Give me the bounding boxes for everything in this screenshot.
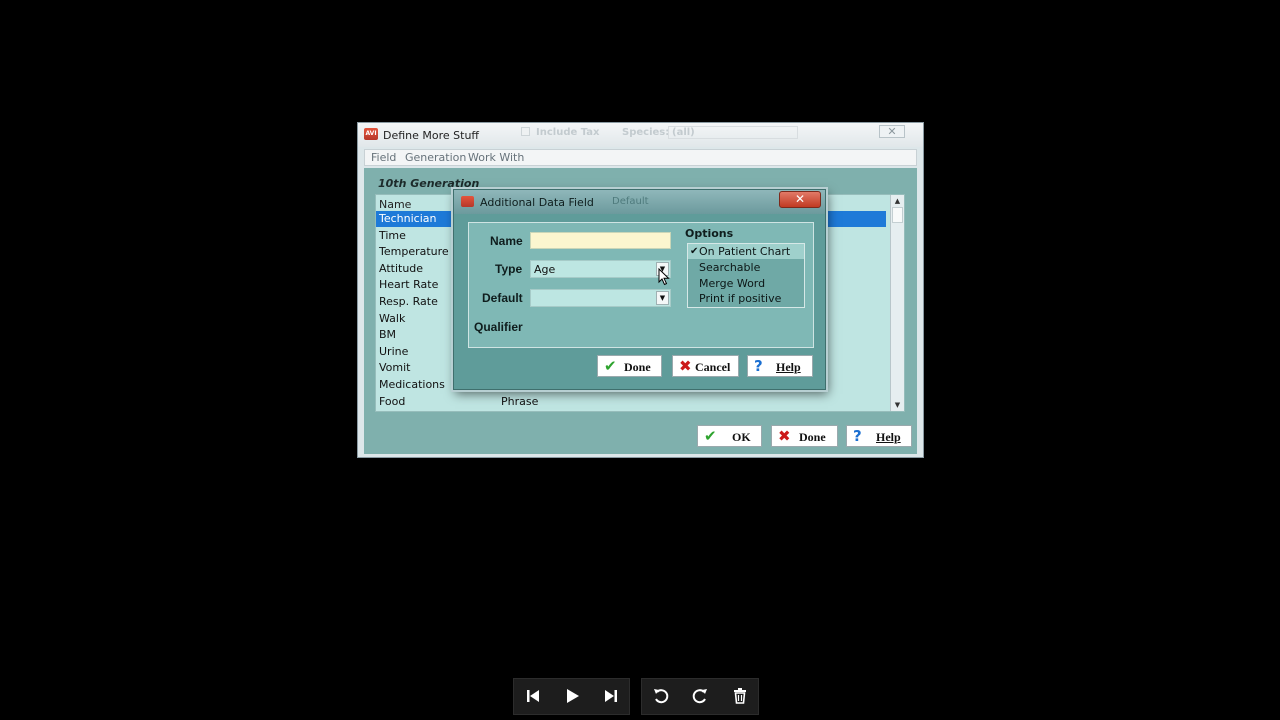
dialog-title: Additional Data Field	[480, 196, 594, 209]
scroll-up-icon[interactable]: ▲	[891, 195, 904, 207]
dialog-close-button[interactable]: ✕	[779, 191, 821, 208]
list-item-type: Phrase	[501, 394, 539, 408]
list-item-name: Urine	[379, 344, 409, 358]
undo-icon	[654, 689, 669, 704]
next-button[interactable]	[592, 679, 631, 714]
close-x-icon: ✖	[778, 427, 791, 445]
checkmark-icon: ✔	[604, 357, 617, 375]
dialog-help-button[interactable]: ? Help	[747, 355, 813, 377]
list-item-name: Walk	[379, 311, 406, 325]
delete-button[interactable]	[721, 679, 760, 714]
default-label: Default	[482, 291, 523, 305]
ok-button[interactable]: ✔ OK	[697, 425, 762, 447]
dialog-cancel-button[interactable]: ✖ Cancel	[672, 355, 739, 377]
question-icon: ?	[853, 427, 862, 445]
window-titlebar[interactable]: AVI Define More Stuff Include Tax Specie…	[358, 123, 923, 147]
options-title: Options	[685, 227, 734, 240]
option-label: Print if positive	[699, 292, 782, 305]
type-label: Type	[495, 262, 523, 276]
list-item-name: Attitude	[379, 261, 424, 275]
option-label: Searchable	[699, 261, 761, 274]
list-item[interactable]: Food Phrase	[376, 394, 886, 410]
option-searchable[interactable]: Searchable	[688, 260, 804, 275]
option-on-patient-chart[interactable]: ✔ On Patient Chart	[688, 244, 804, 259]
dialog-titlebar[interactable]: Additional Data Field Default ✕	[454, 190, 825, 214]
dialog-done-label: Done	[624, 360, 651, 374]
option-print-if-positive[interactable]: Print if positive	[688, 291, 804, 306]
options-list[interactable]: ✔ On Patient Chart Searchable Merge Word…	[687, 243, 805, 308]
dialog-cancel-label: Cancel	[695, 360, 731, 374]
additional-data-field-dialog: Additional Data Field Default ✕ Name Typ…	[453, 189, 826, 390]
scroll-thumb[interactable]	[892, 207, 903, 223]
help-button[interactable]: ? Help	[846, 425, 912, 447]
checkmark-icon: ✔	[690, 246, 699, 257]
species-value: (all)	[672, 127, 695, 138]
done-button[interactable]: ✖ Done	[771, 425, 838, 447]
list-item-name: Food	[379, 394, 406, 408]
play-icon	[567, 689, 579, 703]
list-item-name: Vomit	[379, 361, 411, 375]
menu-work-with[interactable]: Work With	[468, 151, 524, 164]
list-item-name: Resp. Rate	[379, 295, 438, 308]
species-label: Species:	[622, 127, 670, 138]
redo-icon	[692, 689, 707, 704]
list-scrollbar[interactable]: ▲ ▼	[890, 195, 904, 411]
undo-button[interactable]	[642, 679, 681, 714]
list-item-name: Temperature	[379, 245, 449, 259]
list-item-name: BM	[379, 328, 397, 342]
default-dropdown[interactable]: ▼	[530, 289, 671, 307]
dialog-done-button[interactable]: ✔ Done	[597, 355, 662, 377]
window-close-button[interactable]: ✕	[879, 125, 905, 138]
include-tax-checkbox	[521, 127, 530, 136]
ok-button-label: OK	[732, 430, 751, 444]
chevron-down-icon[interactable]: ▼	[656, 291, 669, 305]
menu-field[interactable]: Field	[371, 151, 396, 164]
menu-bar: Field Generation Work With	[364, 149, 917, 166]
previous-button[interactable]	[514, 679, 553, 714]
option-label: On Patient Chart	[699, 245, 791, 258]
dialog-app-icon	[461, 196, 474, 207]
type-dropdown[interactable]: Age ▼	[530, 260, 671, 278]
dialog-body: Name Type Age ▼ Default ▼ Qualifier Opti…	[468, 222, 814, 348]
mouse-cursor-icon	[658, 268, 670, 286]
dialog-help-label: Help	[776, 360, 801, 374]
edit-controls	[641, 678, 759, 715]
name-label: Name	[490, 234, 523, 248]
help-button-label: Help	[876, 430, 901, 444]
option-merge-word[interactable]: Merge Word	[688, 276, 804, 291]
playback-controls	[513, 678, 630, 715]
previous-icon	[527, 690, 539, 702]
done-button-label: Done	[799, 430, 826, 444]
question-icon: ?	[754, 357, 763, 375]
window-title: Define More Stuff	[383, 129, 480, 142]
close-x-icon: ✖	[679, 357, 692, 375]
scroll-down-icon[interactable]: ▼	[891, 399, 904, 411]
next-icon	[605, 690, 617, 702]
type-value: Age	[534, 263, 556, 276]
list-item-name: Heart Rate	[379, 278, 439, 292]
app-logo-icon: AVI	[364, 128, 378, 140]
name-input[interactable]	[530, 232, 671, 249]
redo-button[interactable]	[681, 679, 720, 714]
play-button[interactable]	[553, 679, 592, 714]
list-item-name: Medications	[379, 378, 445, 391]
option-label: Merge Word	[699, 277, 766, 290]
list-item-name: Time	[379, 228, 406, 242]
qualifier-label: Qualifier	[474, 320, 523, 334]
menu-generation[interactable]: Generation	[405, 151, 466, 164]
include-tax-label: Include Tax	[536, 127, 600, 138]
checkmark-icon: ✔	[704, 427, 717, 445]
list-item-name: Technician	[379, 212, 437, 225]
dialog-ghost-text: Default	[612, 196, 649, 207]
trash-icon	[734, 688, 746, 704]
column-header-name: Name	[379, 198, 412, 211]
